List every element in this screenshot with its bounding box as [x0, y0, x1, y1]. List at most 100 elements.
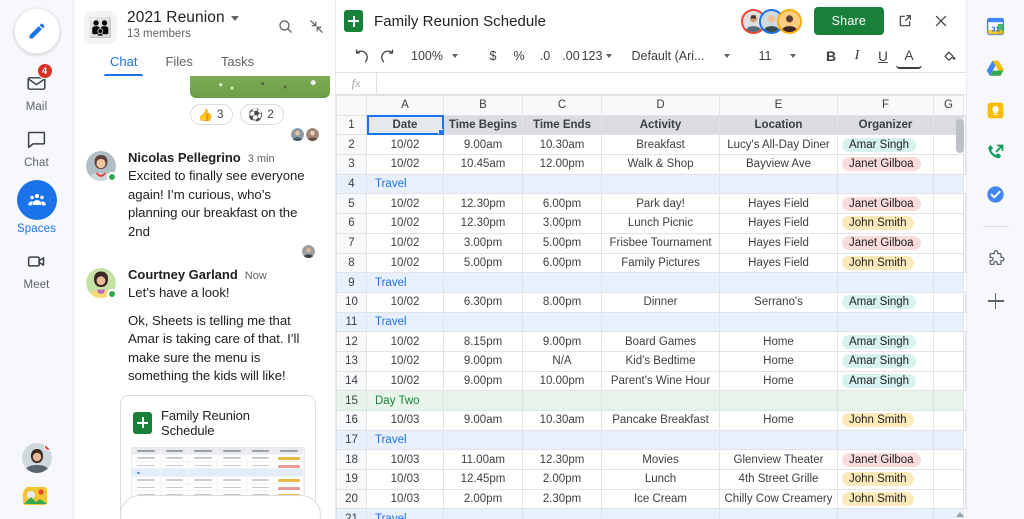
row-header[interactable]: 11 [336, 311, 367, 333]
reaction-thumbsup[interactable]: 👍 3 [190, 104, 234, 125]
grid-cell[interactable]: 3.00pm [443, 232, 523, 254]
user-avatar[interactable] [22, 443, 52, 473]
grid-cell[interactable]: Breakfast [601, 134, 720, 156]
grid-cell[interactable]: 4th Street Grille [719, 469, 838, 490]
row-header[interactable]: 17 [336, 429, 367, 451]
organizer-cell[interactable]: Amar Singh [837, 291, 934, 313]
grid-cell[interactable]: 10.45am [443, 154, 523, 175]
grid-cell[interactable]: 10/02 [366, 331, 444, 352]
grid-cell[interactable]: 9.00am [443, 410, 523, 431]
organizer-cell[interactable]: John Smith [837, 213, 934, 234]
italic-button[interactable]: I [844, 43, 870, 69]
grid-cell[interactable]: 10/02 [366, 232, 444, 254]
grid-cell[interactable]: 12.30pm [522, 449, 602, 471]
grid-cell[interactable]: Chilly Cow Creamery [719, 488, 838, 510]
grid-cell[interactable] [719, 390, 838, 411]
grid-cell[interactable]: 9.00pm [443, 350, 523, 372]
grid-cell[interactable]: 10/02 [366, 350, 444, 372]
avatar[interactable] [86, 268, 117, 299]
grid-cell[interactable]: Home [719, 350, 838, 372]
header-cell[interactable]: Location [719, 114, 838, 136]
grid-cell[interactable] [443, 311, 523, 333]
avatar[interactable] [776, 8, 802, 34]
grid-cell[interactable]: Lunch [601, 469, 720, 490]
organizer-cell[interactable]: Janet Gilboa [837, 193, 934, 215]
grid-cell[interactable] [522, 311, 602, 333]
chat-message-list[interactable]: 👍 3 ⚽ 2 Nicolas Pellegrino 3 min Excited… [74, 76, 335, 519]
selected-cell[interactable]: Date [366, 114, 444, 136]
grid-cell[interactable]: Board Games [601, 331, 720, 352]
message-composer[interactable] [120, 495, 321, 519]
grid-cell[interactable]: Family Pictures [601, 252, 720, 274]
grid-cell[interactable] [443, 390, 523, 411]
grid-cell[interactable]: 11.00am [443, 449, 523, 471]
grid-cell[interactable] [719, 311, 838, 333]
undo-button[interactable] [348, 43, 374, 69]
column-header-e[interactable]: E [719, 95, 838, 116]
grid-cell[interactable]: 10.30am [522, 134, 602, 156]
row-header[interactable]: 12 [336, 331, 367, 352]
grid-cell[interactable]: Hayes Field [719, 232, 838, 254]
grid-cell[interactable] [719, 272, 838, 293]
grid-cell[interactable]: Home [719, 331, 838, 352]
add-ons-puzzle-icon[interactable] [984, 247, 1008, 271]
column-header-d[interactable]: D [601, 95, 720, 116]
grid-cell[interactable] [601, 173, 720, 195]
google-tasks-icon[interactable] [984, 182, 1008, 206]
organizer-cell[interactable]: John Smith [837, 488, 934, 510]
google-calendar-icon[interactable]: 31 [984, 14, 1008, 38]
row-header[interactable]: 3 [336, 154, 367, 175]
grid-cell[interactable]: 10/03 [366, 469, 444, 490]
row-header[interactable]: 15 [336, 390, 367, 411]
grid-cell[interactable]: 8.00pm [522, 291, 602, 313]
grid-cell[interactable]: 10/02 [366, 370, 444, 392]
grid-cell[interactable] [837, 311, 934, 333]
tab-chat[interactable]: Chat [96, 50, 151, 76]
grid-cell[interactable]: Glenview Theater [719, 449, 838, 471]
grid-cell[interactable] [837, 390, 934, 411]
grid-cell[interactable]: Home [719, 370, 838, 392]
grid-cell[interactable]: Kid's Bedtime [601, 350, 720, 372]
organizer-cell[interactable]: Amar Singh [837, 350, 934, 372]
grid-cell[interactable]: 10/03 [366, 449, 444, 471]
grid-cell[interactable] [601, 311, 720, 333]
grid-cell[interactable]: N/A [522, 350, 602, 372]
grid-cell[interactable]: 10/02 [366, 213, 444, 234]
grid-cell[interactable]: 2.30pm [522, 488, 602, 510]
row-header[interactable]: 7 [336, 232, 367, 254]
row-header[interactable]: 2 [336, 134, 367, 156]
row-header[interactable]: 5 [336, 193, 367, 215]
grid-cell[interactable]: Hayes Field [719, 193, 838, 215]
image-attachment[interactable] [190, 76, 330, 98]
row-header[interactable]: 14 [336, 370, 367, 392]
grid-cell[interactable]: Bayview Ave [719, 154, 838, 175]
fill-color-button[interactable] [936, 43, 962, 69]
sidebar-item-meet[interactable]: Meet [5, 246, 69, 291]
grid-cell[interactable] [522, 173, 602, 195]
grid-cell[interactable] [601, 390, 720, 411]
grid-cell[interactable]: 12.30pm [443, 213, 523, 234]
grid-cell[interactable]: 10/02 [366, 252, 444, 274]
open-in-new-icon[interactable] [890, 6, 920, 36]
grid-cell[interactable]: Pancake Breakfast [601, 410, 720, 431]
redo-button[interactable] [374, 43, 400, 69]
app-launcher-avatar[interactable] [22, 483, 52, 513]
avatar[interactable] [86, 151, 117, 182]
zoom-level-button[interactable]: 100% [411, 43, 443, 69]
chevron-down-icon[interactable] [230, 15, 239, 21]
row-header[interactable]: 20 [336, 488, 367, 510]
row-header[interactable]: 13 [336, 350, 367, 372]
row-header[interactable]: 9 [336, 272, 367, 293]
font-size-dropdown-icon[interactable] [778, 43, 804, 69]
organizer-cell[interactable]: Amar Singh [837, 134, 934, 156]
font-family-select[interactable]: Default (Ari... [624, 43, 712, 69]
row-header[interactable]: 21 [336, 508, 367, 519]
spreadsheet-grid[interactable]: A B C D E F G 1 Date Time Begins Time Ends A… [336, 95, 966, 519]
grid-cell[interactable]: 9.00am [443, 134, 523, 156]
grid-cell[interactable]: 10.00pm [522, 370, 602, 392]
grid-cell[interactable]: 6.30pm [443, 291, 523, 313]
font-family-dropdown-icon[interactable] [712, 43, 738, 69]
grid-cell[interactable] [719, 429, 838, 451]
grid-cell[interactable]: 6.00pm [522, 252, 602, 274]
grid-cell[interactable]: 12.30pm [443, 193, 523, 215]
